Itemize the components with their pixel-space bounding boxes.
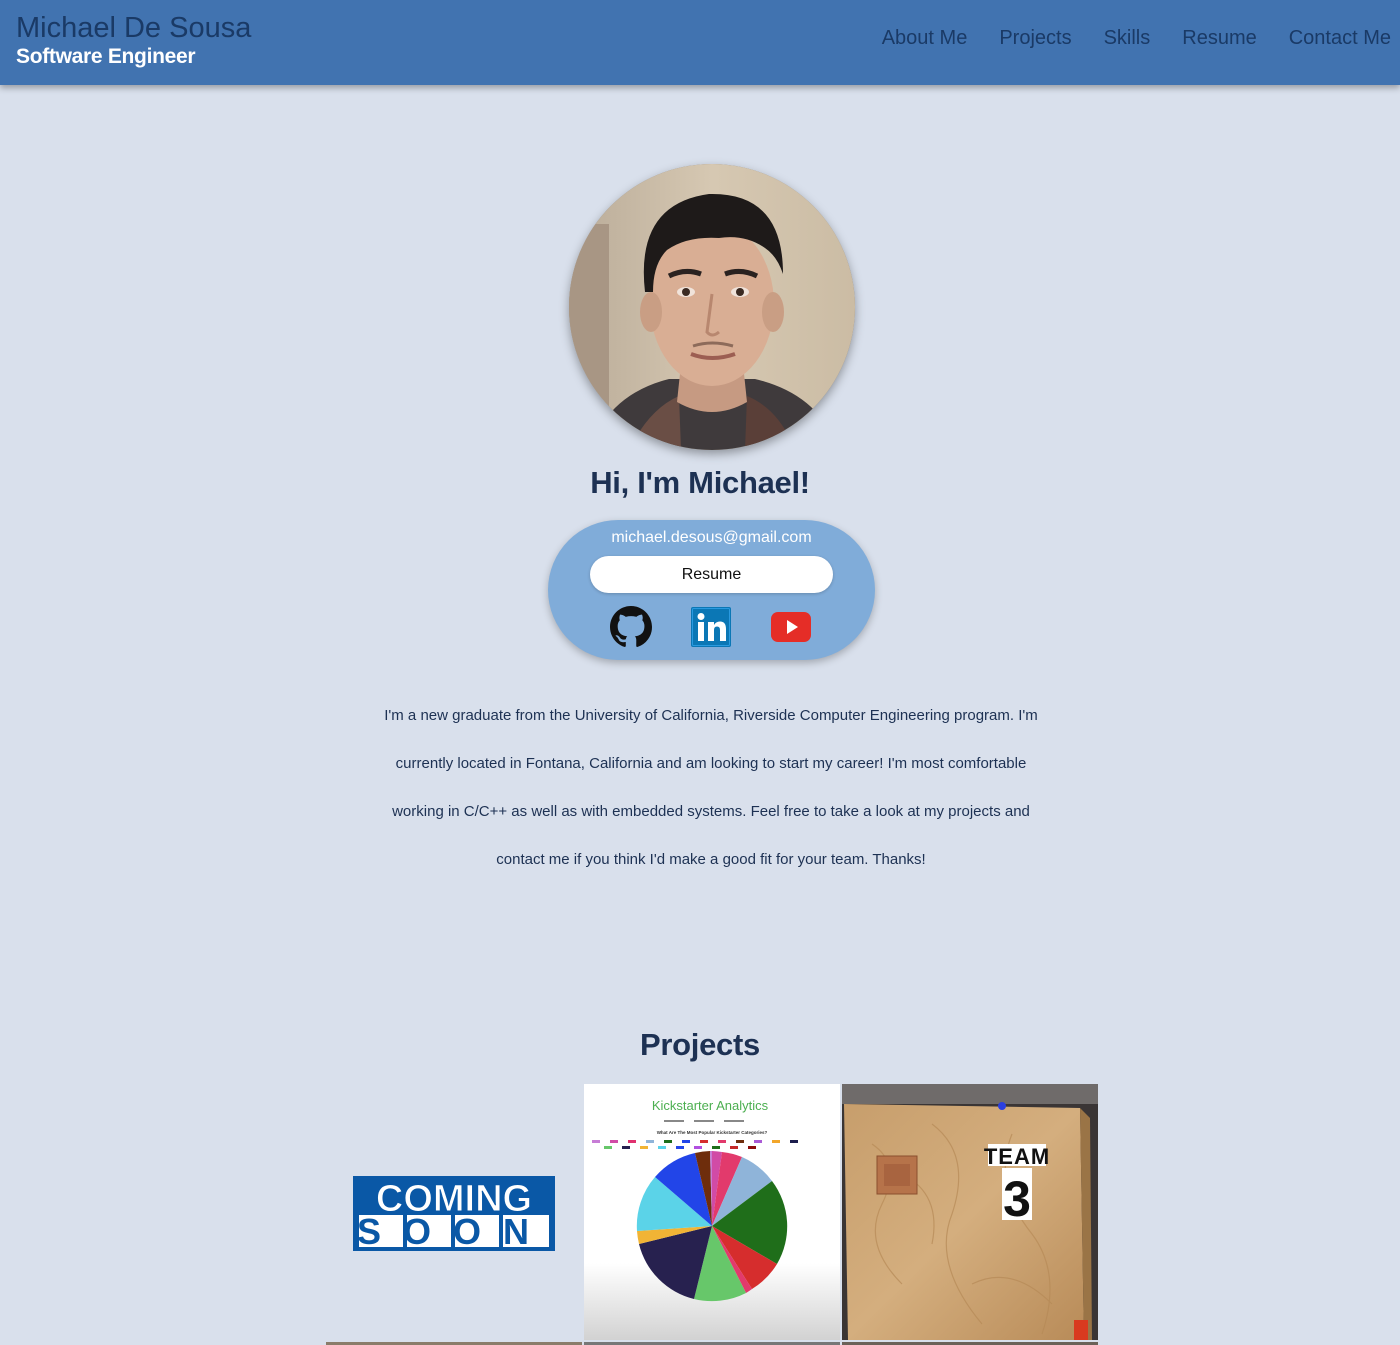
nav-about-me[interactable]: About Me — [882, 27, 968, 50]
nav-contact-me[interactable]: Contact Me — [1289, 27, 1391, 50]
kickstarter-pie — [636, 1150, 788, 1302]
team-number: 3 — [1003, 1171, 1031, 1227]
email-address[interactable]: michael.desous@gmail.com — [548, 529, 875, 547]
project-tile-coming-soon[interactable]: COMING SOON — [326, 1084, 582, 1340]
nav-skills[interactable]: Skills — [1104, 27, 1151, 50]
project-tile-kickstarter[interactable]: Kickstarter Analytics What Are The Most … — [584, 1084, 840, 1340]
nav-projects[interactable]: Projects — [999, 27, 1071, 50]
site-owner-name: Michael De Sousa — [16, 12, 252, 44]
linkedin-icon[interactable] — [690, 606, 732, 648]
github-icon[interactable] — [610, 606, 652, 648]
resume-button[interactable]: Resume — [590, 556, 833, 593]
site-owner-role: Software Engineer — [16, 45, 196, 68]
site-header: Michael De Sousa Software Engineer About… — [0, 0, 1400, 85]
project-tile-team-3[interactable]: TEAM 3 — [842, 1084, 1098, 1340]
team-text: TEAM — [984, 1144, 1050, 1169]
greeting-heading: Hi, I'm Michael! — [590, 465, 810, 500]
profile-photo — [569, 164, 855, 450]
soon-text: SOON — [357, 1211, 551, 1252]
main-nav: About Me Projects Skills Resume Contact … — [850, 27, 1391, 50]
nav-resume[interactable]: Resume — [1182, 27, 1256, 50]
kickstarter-subtitle: What Are The Most Popular Kickstarter Ca… — [657, 1130, 768, 1135]
kickstarter-title: Kickstarter Analytics — [652, 1098, 769, 1113]
projects-heading: Projects — [640, 1027, 760, 1062]
contact-card: michael.desous@gmail.com Resume — [548, 520, 875, 660]
about-paragraph: I'm a new graduate from the University o… — [384, 707, 1038, 868]
youtube-icon[interactable] — [770, 606, 812, 648]
